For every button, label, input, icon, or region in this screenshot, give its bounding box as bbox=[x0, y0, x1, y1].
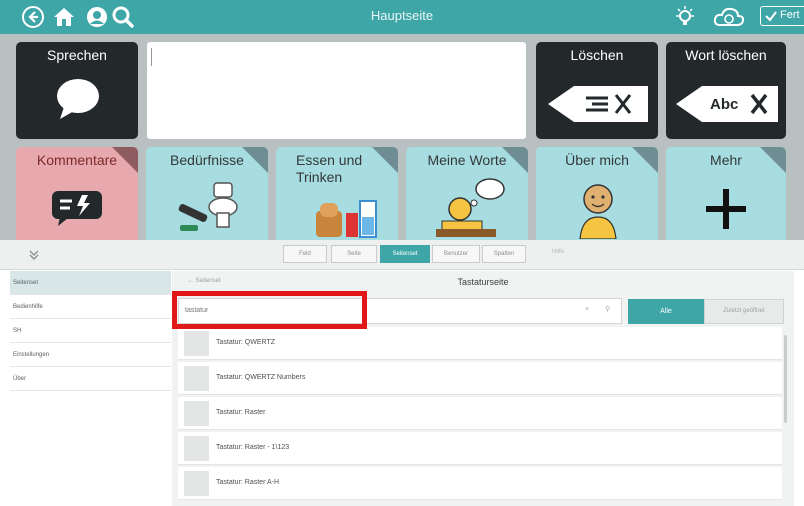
tile-more[interactable]: Mehr bbox=[666, 147, 786, 244]
done-button-label: Fert bbox=[780, 9, 800, 21]
list-item-label: Tastatur: QWERTZ Numbers bbox=[216, 374, 306, 381]
person-speaking-icon bbox=[436, 178, 505, 237]
folder-corner bbox=[632, 147, 658, 173]
sidebar-item-pageset[interactable]: Seitenset bbox=[10, 271, 171, 295]
delete-word-button[interactable]: Wort löschen Abc bbox=[666, 42, 786, 139]
tile-my-words[interactable]: Meine Worte bbox=[406, 147, 528, 244]
list-item-label: Tastatur: QWERTZ bbox=[216, 339, 275, 346]
tab-field[interactable]: Feld bbox=[283, 245, 327, 263]
sidebar-item-sh[interactable]: SH bbox=[10, 319, 171, 343]
tab-pageset[interactable]: Seitenset bbox=[380, 245, 430, 263]
list-item[interactable]: Tastatur: Raster - 1\123 bbox=[178, 432, 782, 465]
plus-icon bbox=[706, 189, 746, 229]
folder-corner bbox=[502, 147, 528, 173]
message-bar[interactable] bbox=[147, 42, 526, 139]
food-drink-icon bbox=[316, 200, 377, 238]
list-item[interactable]: Tastatur: QWERTZ bbox=[178, 327, 782, 360]
recently-opened-button[interactable]: Zuletzt geöffnet bbox=[704, 299, 784, 324]
speak-button[interactable]: Sprechen bbox=[16, 42, 138, 139]
filter-all-button[interactable]: Alle bbox=[628, 299, 704, 324]
folder-corner bbox=[760, 147, 786, 173]
search-results: Tastatur: QWERTZ Tastatur: QWERTZ Number… bbox=[178, 327, 782, 506]
panel-title: Tastaturseite bbox=[457, 277, 509, 287]
scrollbar[interactable] bbox=[784, 335, 787, 423]
list-item[interactable]: Tastatur: Raster bbox=[178, 397, 782, 430]
pageset-thumbnail bbox=[184, 471, 209, 496]
tab-columns[interactable]: Spalten bbox=[482, 245, 526, 263]
app-window: Hauptseite Fert Sprechen Löschen Wort lö… bbox=[0, 0, 804, 506]
list-item-label: Tastatur: Raster A-H bbox=[216, 479, 280, 486]
search-highlight-box bbox=[172, 291, 367, 329]
pageset-thumbnail bbox=[184, 436, 209, 461]
comment-icon bbox=[52, 191, 102, 226]
communication-board: Sprechen Löschen Wort löschen Abc Kommen… bbox=[0, 34, 804, 244]
person-icon bbox=[579, 184, 617, 239]
settings-sidebar: Seitenset Bedienhilfe SH Einstellungen Ü… bbox=[10, 271, 171, 500]
edit-toolbar: Feld Seite Seitenset Benutzer Spalten Hi… bbox=[0, 240, 804, 270]
tile-food-drink[interactable]: Essen und Trinken bbox=[276, 147, 398, 244]
check-icon bbox=[765, 11, 777, 22]
list-item[interactable]: Tastatur: Raster A-H bbox=[178, 467, 782, 500]
backspace-icon bbox=[548, 86, 648, 122]
speak-label: Sprechen bbox=[47, 47, 107, 63]
pageset-thumbnail bbox=[184, 331, 209, 356]
list-item-label: Tastatur: Raster bbox=[216, 409, 266, 416]
light-bulb-icon[interactable] bbox=[672, 4, 698, 30]
toilet-comb-icon bbox=[178, 182, 238, 231]
pageset-thumbnail bbox=[184, 401, 209, 426]
speech-bubble-icon bbox=[57, 79, 99, 119]
pageset-thumbnail bbox=[184, 366, 209, 391]
delete-word-label: Wort löschen bbox=[685, 47, 767, 63]
tab-user[interactable]: Benutzer bbox=[432, 245, 480, 263]
sidebar-item-about[interactable]: Über bbox=[10, 367, 171, 391]
tile-needs[interactable]: Bedürfnisse bbox=[146, 147, 268, 244]
chevron-down-icon[interactable] bbox=[28, 249, 40, 261]
delete-label: Löschen bbox=[570, 47, 624, 63]
list-item-label: Tastatur: Raster - 1\123 bbox=[216, 444, 290, 451]
tile-comments[interactable]: Kommentare bbox=[16, 147, 138, 244]
search-field-icon: ⚲ bbox=[605, 306, 611, 313]
done-button[interactable]: Fert bbox=[760, 6, 804, 26]
cloud-sync-icon[interactable] bbox=[712, 4, 746, 30]
help-link[interactable]: Hilfe bbox=[552, 249, 564, 255]
clear-icon[interactable]: × bbox=[585, 306, 589, 313]
top-bar: Hauptseite Fert bbox=[0, 0, 804, 34]
sidebar-item-settings[interactable]: Einstellungen bbox=[10, 343, 171, 367]
delete-word-icon-text: Abc bbox=[710, 96, 739, 113]
sidebar-item-access[interactable]: Bedienhilfe bbox=[10, 295, 171, 319]
folder-corner bbox=[242, 147, 268, 173]
folder-corner bbox=[372, 147, 398, 173]
folder-corner bbox=[112, 147, 138, 173]
list-item[interactable]: Tastatur: QWERTZ Numbers bbox=[178, 362, 782, 395]
text-caret bbox=[151, 48, 152, 66]
delete-button[interactable]: Löschen bbox=[536, 42, 658, 139]
tile-about-me[interactable]: Über mich bbox=[536, 147, 658, 244]
tab-page[interactable]: Seite bbox=[331, 245, 377, 263]
